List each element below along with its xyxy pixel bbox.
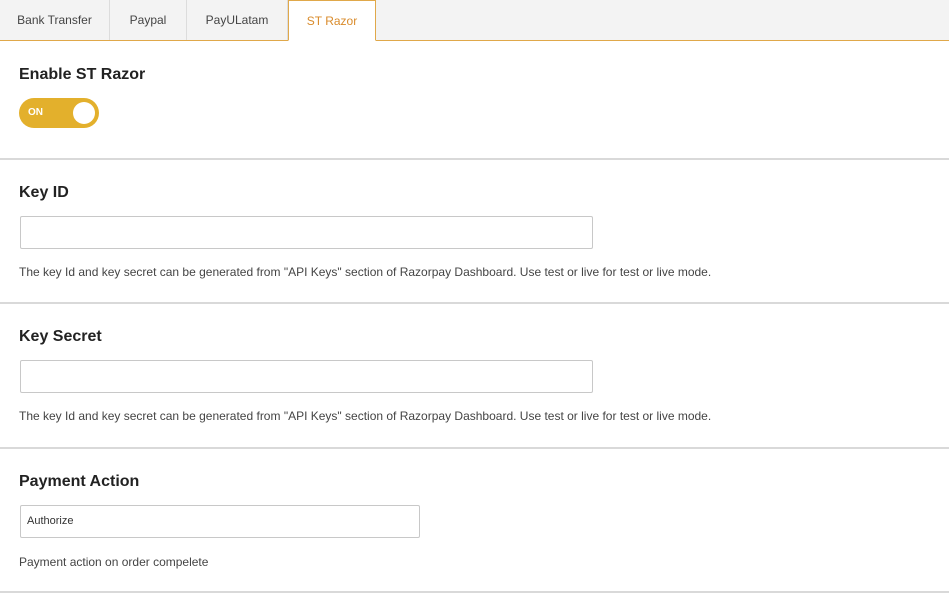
key-secret-input[interactable]: [20, 360, 593, 393]
tab-bank-transfer[interactable]: Bank Transfer: [0, 0, 110, 40]
enable-toggle[interactable]: ON: [19, 98, 99, 128]
tab-payulatam[interactable]: PayULatam: [187, 0, 288, 40]
toggle-knob: [73, 102, 95, 124]
key-secret-section: Key Secret The key Id and key secret can…: [0, 304, 949, 449]
tab-paypal[interactable]: Paypal: [110, 0, 187, 40]
key-id-help: The key Id and key secret can be generat…: [19, 265, 712, 279]
key-secret-title: Key Secret: [19, 328, 102, 345]
payment-action-section: Payment Action Authorize Payment action …: [0, 449, 949, 593]
key-id-title: Key ID: [19, 184, 69, 201]
key-id-section: Key ID The key Id and key secret can be …: [0, 160, 949, 304]
payment-action-select[interactable]: Authorize: [20, 505, 420, 538]
key-id-input[interactable]: [20, 216, 593, 249]
payment-action-help: Payment action on order compelete: [19, 555, 209, 569]
toggle-state-label: ON: [28, 107, 43, 118]
payment-action-title: Payment Action: [19, 473, 140, 490]
tab-st-razor[interactable]: ST Razor: [288, 0, 376, 41]
enable-section: Enable ST Razor ON: [0, 41, 949, 160]
enable-title: Enable ST Razor: [19, 66, 146, 83]
key-secret-help: The key Id and key secret can be generat…: [19, 409, 712, 423]
payment-action-selected: Authorize: [27, 515, 74, 527]
tab-bar: Bank Transfer Paypal PayULatam ST Razor: [0, 0, 949, 41]
